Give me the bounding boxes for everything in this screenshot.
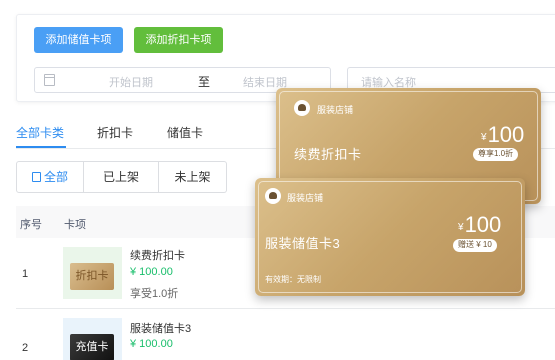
store-name: 服装店铺 (317, 105, 354, 115)
card-title: 服装储值卡3 (265, 236, 341, 251)
segment-all[interactable]: 全部 (16, 161, 84, 193)
card-price: ¥ 100.00 (130, 266, 173, 278)
stored-value-card-thumbnail: 充值卡 (70, 334, 114, 360)
table-row[interactable]: 2 充值卡 服装储值卡3 ¥ 100.00 (16, 309, 555, 360)
card-name: 续费折扣卡 (130, 250, 185, 262)
add-stored-value-card-button[interactable]: 添加储值卡项 (34, 27, 123, 53)
card-price: ¥ 100.00 (130, 338, 173, 350)
card-validity: 有效期：无限制 (265, 275, 321, 284)
list-icon (31, 172, 41, 182)
segment-unlisted[interactable]: 未上架 (159, 161, 227, 193)
tab-discount-card[interactable]: 折扣卡 (97, 124, 133, 141)
card-gift-badge: 赠送 ¥ 10 (453, 239, 497, 252)
card-amount: ¥100 (458, 212, 502, 237)
card-thumbnail: 充值卡 (63, 318, 122, 360)
tab-stored-value-card[interactable]: 储值卡 (167, 124, 203, 141)
segment-listed-label: 已上架 (102, 170, 139, 184)
row-index: 1 (22, 268, 29, 280)
row-index: 2 (22, 342, 29, 354)
card-title: 续费折扣卡 (294, 147, 362, 162)
discount-card-thumbnail: 折扣卡 (70, 263, 114, 290)
card-thumbnail: 折扣卡 (63, 247, 122, 299)
store-name: 服装店铺 (287, 193, 324, 203)
card-discount-badge: 尊享1.0折 (473, 148, 519, 161)
segment-unlisted-label: 未上架 (174, 170, 211, 184)
tab-all-cards[interactable]: 全部卡类 (16, 124, 64, 141)
calendar-icon (44, 74, 55, 86)
segment-all-label: 全部 (43, 170, 68, 184)
card-amount: ¥100 (481, 122, 525, 147)
card-description: 享受1.0折 (130, 288, 179, 300)
column-card-item: 卡项 (64, 219, 86, 231)
date-separator: 至 (198, 75, 211, 89)
column-index: 序号 (20, 219, 42, 231)
store-logo-icon (294, 100, 310, 116)
card-name: 服装储值卡3 (130, 323, 192, 335)
stored-value-card-preview: 服装店铺 服装储值卡3 ¥100 赠送 ¥ 10 有效期：无限制 (255, 178, 525, 296)
segment-listed[interactable]: 已上架 (84, 161, 159, 193)
store-logo-icon (265, 188, 281, 204)
date-start-placeholder: 开始日期 (109, 77, 153, 89)
add-discount-card-button[interactable]: 添加折扣卡项 (134, 27, 223, 53)
